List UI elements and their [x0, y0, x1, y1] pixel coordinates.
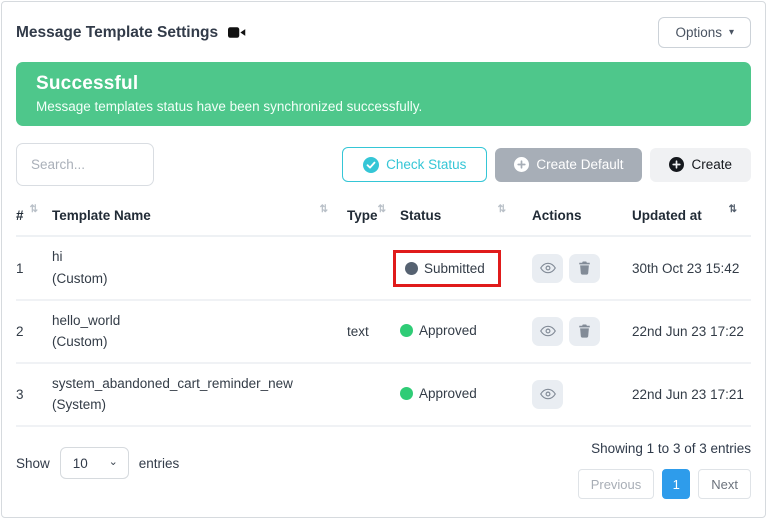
show-label: Show	[16, 456, 50, 471]
create-button[interactable]: Create	[650, 148, 751, 182]
column-header-status[interactable]: Status ⇅	[400, 208, 520, 223]
entries-label: entries	[139, 456, 180, 471]
template-name-cell: hi (Custom)	[52, 246, 342, 289]
row-number: 2	[16, 324, 52, 339]
template-name: hi	[52, 246, 342, 268]
status-dot	[405, 262, 418, 275]
toolbar-buttons: Check Status Create Default Create	[342, 147, 751, 182]
status-dot	[400, 324, 413, 337]
template-variant: (System)	[52, 394, 342, 416]
sort-icon[interactable]: ⇅	[378, 205, 386, 215]
status-dot	[400, 387, 413, 400]
type-cell: text	[342, 324, 400, 339]
alert-message: Message templates status have been synch…	[36, 99, 731, 114]
page-title: Message Template Settings	[16, 24, 218, 42]
table-footer: Show 10 ⌄ entries Showing 1 to 3 of 3 en…	[16, 439, 751, 499]
page-header: Message Template Settings Options ▾	[16, 14, 751, 52]
template-name-cell: system_abandoned_cart_reminder_new (Syst…	[52, 373, 342, 416]
column-header-actions: Actions	[520, 208, 632, 223]
previous-page-button[interactable]: Previous	[578, 469, 655, 499]
actions-cell	[520, 380, 632, 409]
chevron-down-icon: ⌄	[109, 455, 118, 468]
eye-icon	[540, 325, 556, 337]
footer-right: Showing 1 to 3 of 3 entries Previous 1 N…	[578, 439, 751, 499]
options-button[interactable]: Options ▾	[658, 17, 751, 48]
sort-icon[interactable]: ⇅	[498, 205, 506, 215]
sort-icon[interactable]: ⇅	[30, 205, 38, 215]
sort-icon[interactable]: ⇅	[320, 205, 328, 215]
create-label: Create	[691, 157, 732, 172]
page-size-select[interactable]: 10 ⌄	[60, 447, 129, 479]
sort-icon[interactable]: ⇅	[729, 205, 737, 215]
actions-cell	[520, 317, 632, 346]
caret-down-icon: ▾	[729, 27, 734, 38]
template-variant: (Custom)	[52, 331, 342, 353]
next-page-button[interactable]: Next	[698, 469, 751, 499]
create-default-label: Create Default	[536, 157, 623, 172]
page-size-value: 10	[73, 456, 88, 471]
table-header-row: # ⇅ Template Name ⇅ Type ⇅ Status ⇅ Acti…	[16, 198, 751, 237]
view-button[interactable]	[532, 380, 563, 409]
status-cell: Approved	[400, 323, 520, 340]
status-label: Approved	[419, 386, 477, 401]
video-camera-icon	[228, 26, 246, 39]
updated-at-cell: 30th Oct 23 15:42	[632, 261, 751, 276]
create-default-button[interactable]: Create Default	[495, 148, 642, 182]
pagination: Previous 1 Next	[578, 469, 751, 499]
updated-at-cell: 22nd Jun 23 17:22	[632, 324, 751, 339]
table-row: 3 system_abandoned_cart_reminder_new (Sy…	[16, 364, 751, 427]
page-1-button[interactable]: 1	[662, 469, 690, 499]
status-badge: Approved	[400, 386, 477, 401]
column-header-type[interactable]: Type ⇅	[342, 208, 400, 223]
search-input[interactable]	[16, 143, 154, 186]
status-badge: Approved	[400, 323, 477, 338]
check-circle-icon	[363, 157, 379, 173]
plus-circle-icon	[514, 157, 529, 172]
delete-button[interactable]	[569, 317, 600, 346]
alert-title: Successful	[36, 73, 731, 95]
template-name: system_abandoned_cart_reminder_new	[52, 373, 342, 395]
entries-summary: Showing 1 to 3 of 3 entries	[591, 441, 751, 456]
column-header-template-name[interactable]: Template Name ⇅	[52, 208, 342, 223]
delete-button[interactable]	[569, 254, 600, 283]
message-template-settings-page: Message Template Settings Options ▾ Succ…	[1, 1, 766, 518]
check-status-button[interactable]: Check Status	[342, 147, 487, 182]
status-cell: Approved	[400, 386, 520, 403]
updated-at-cell: 22nd Jun 23 17:21	[632, 387, 751, 402]
toolbar: Check Status Create Default Create	[16, 143, 751, 186]
template-variant: (Custom)	[52, 268, 342, 290]
trash-icon	[578, 324, 591, 338]
templates-table: # ⇅ Template Name ⇅ Type ⇅ Status ⇅ Acti…	[16, 198, 751, 427]
red-highlight-annotation: Submitted	[393, 250, 501, 287]
trash-icon	[578, 261, 591, 275]
page-size-group: Show 10 ⌄ entries	[16, 447, 179, 479]
check-status-label: Check Status	[386, 157, 466, 172]
success-alert: Successful Message templates status have…	[16, 62, 751, 127]
status-label: Submitted	[424, 261, 485, 276]
column-header-updated-at[interactable]: Updated at ⇅	[632, 208, 751, 223]
plus-circle-icon	[669, 157, 684, 172]
table-row: 1 hi (Custom) Submitted	[16, 237, 751, 300]
status-badge: Submitted	[405, 261, 485, 276]
options-label: Options	[675, 25, 722, 40]
eye-icon	[540, 388, 556, 400]
title-wrap: Message Template Settings	[16, 24, 246, 42]
view-button[interactable]	[532, 254, 563, 283]
row-number: 1	[16, 261, 52, 276]
eye-icon	[540, 262, 556, 274]
view-button[interactable]	[532, 317, 563, 346]
column-header-num[interactable]: # ⇅	[16, 208, 52, 223]
status-cell: Submitted	[400, 250, 520, 287]
template-name: hello_world	[52, 310, 342, 332]
table-row: 2 hello_world (Custom) text Approved	[16, 301, 751, 364]
status-label: Approved	[419, 323, 477, 338]
actions-cell	[520, 254, 632, 283]
row-number: 3	[16, 387, 52, 402]
template-name-cell: hello_world (Custom)	[52, 310, 342, 353]
